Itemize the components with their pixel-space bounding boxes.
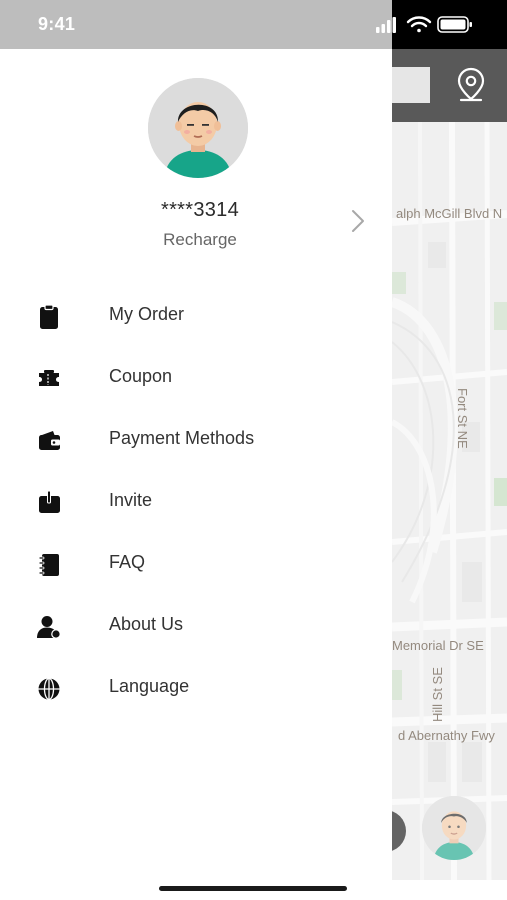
wifi-icon — [406, 16, 432, 33]
menu-item-label: FAQ — [109, 552, 146, 572]
map-street-label: Memorial Dr SE — [392, 638, 484, 653]
menu-item-about-us[interactable]: About Us — [0, 602, 392, 652]
status-bar: 9:41 — [0, 0, 507, 49]
menu-item-label: About Us — [109, 614, 184, 634]
status-icons — [376, 16, 472, 33]
map-street-label: alph McGill Blvd N — [396, 206, 503, 221]
menu-item-coupon[interactable]: Coupon — [0, 354, 392, 404]
profile-phone-number: ****3314 — [160, 199, 240, 221]
coupon-icon — [39, 370, 59, 386]
home-indicator[interactable] — [159, 886, 347, 891]
user-icon — [37, 616, 61, 639]
map-street-label: Fort St NE — [455, 388, 470, 449]
recharge-link[interactable]: Recharge — [0, 230, 400, 250]
map-roads — [392, 122, 507, 880]
status-time: 9:41 — [38, 14, 76, 34]
invite-icon — [39, 490, 60, 513]
signal-icon — [376, 17, 396, 33]
menu-item-invite[interactable]: Invite — [0, 478, 392, 528]
map-street-label: Hill St SE — [430, 667, 445, 722]
profile-avatar[interactable] — [148, 78, 248, 178]
menu-item-my-order[interactable]: My Order — [0, 292, 392, 342]
chevron-right-icon[interactable] — [348, 207, 368, 235]
menu-item-label: Coupon — [109, 366, 173, 386]
menu-item-label: Language — [109, 676, 190, 696]
battery-icon — [437, 16, 472, 33]
location-pin-icon[interactable] — [454, 66, 488, 104]
menu-item-label: My Order — [109, 304, 185, 324]
map-street-label: d Abernathy Fwy — [398, 728, 495, 743]
map-user-avatar[interactable] — [422, 796, 486, 860]
clipboard-icon — [40, 304, 58, 329]
map-search-field[interactable] — [392, 67, 430, 103]
avatar-icon — [148, 78, 248, 178]
notebook-icon — [38, 554, 59, 576]
menu-item-faq[interactable]: FAQ — [0, 540, 392, 590]
map-bottom-strip — [392, 880, 507, 900]
menu-item-label: Invite — [109, 490, 153, 510]
avatar-icon — [422, 796, 486, 860]
menu-item-label: Payment Methods — [109, 428, 255, 448]
wallet-icon — [39, 431, 60, 450]
menu-item-payment-methods[interactable]: Payment Methods — [0, 416, 392, 466]
side-drawer: ****3314 Recharge My Order Coupon Paymen… — [0, 49, 392, 900]
globe-icon — [38, 677, 60, 701]
map-canvas[interactable]: alph McGill Blvd N Fort St NE Memorial D… — [392, 122, 507, 880]
map-view[interactable]: alph McGill Blvd N Fort St NE Memorial D… — [392, 0, 507, 900]
menu-item-language[interactable]: Language — [0, 664, 392, 714]
